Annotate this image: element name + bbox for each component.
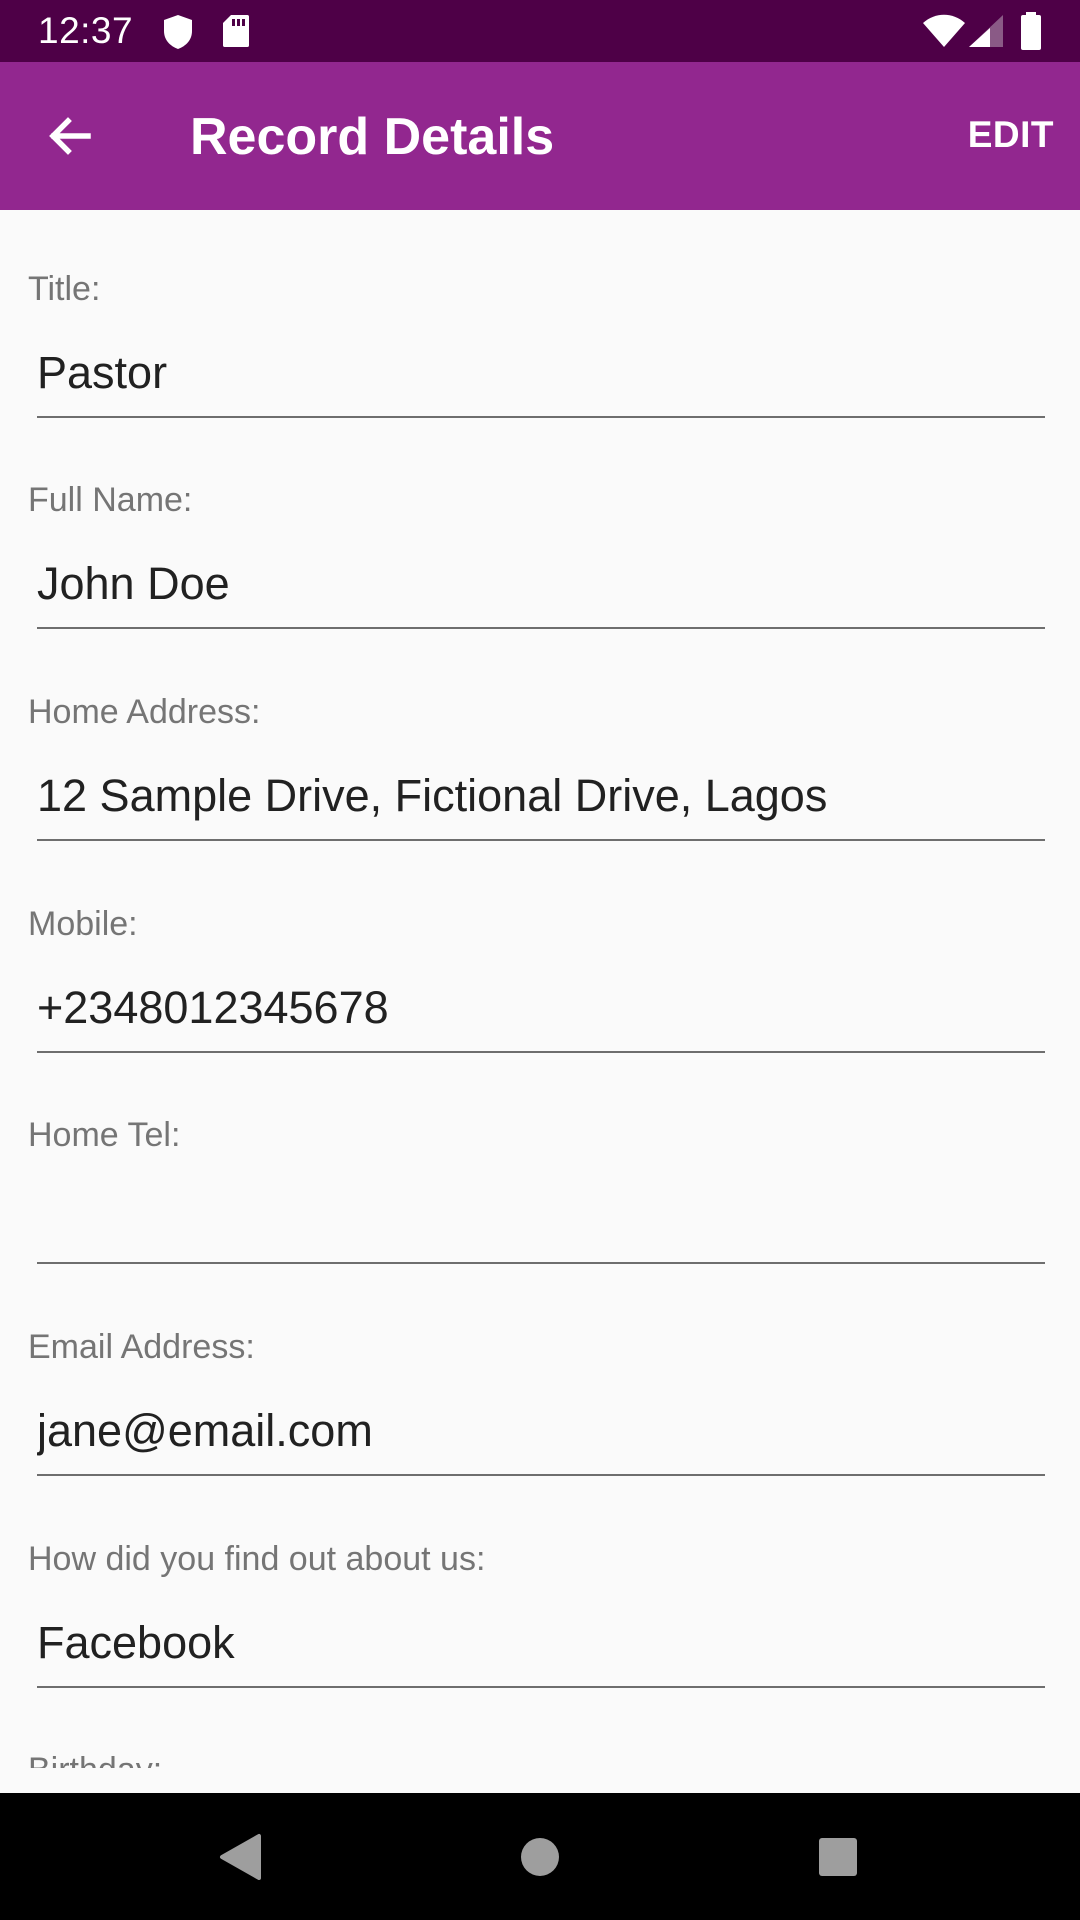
nav-recents-button[interactable]: [768, 1793, 908, 1920]
email-address-label: Email Address:: [28, 1328, 255, 1366]
mobile-label: Mobile:: [28, 905, 138, 943]
navigation-bar: [0, 1793, 1080, 1920]
birthday-field: Birthday:: [0, 1691, 1080, 1768]
home-address-value[interactable]: 12 Sample Drive, Fictional Drive, Lagos: [37, 768, 1045, 841]
sd-card-icon: [223, 15, 249, 47]
full-name-label: Full Name:: [28, 481, 193, 519]
home-address-field: Home Address: 12 Sample Drive, Fictional…: [0, 633, 1080, 845]
referral-source-label: How did you find out about us:: [28, 1540, 486, 1578]
email-address-value[interactable]: jane@email.com: [37, 1403, 1045, 1476]
home-tel-label: Home Tel:: [28, 1116, 181, 1154]
status-time: 12:37: [38, 10, 134, 51]
back-button[interactable]: [34, 100, 106, 172]
battery-icon: [1021, 12, 1041, 50]
arrow-back-icon: [49, 117, 91, 155]
full-name-field: Full Name: John Doe: [0, 421, 1080, 633]
referral-source-field: How did you find out about us: Facebook: [0, 1480, 1080, 1692]
shield-icon: [164, 15, 192, 49]
wifi-icon: [923, 14, 965, 47]
nav-home-button[interactable]: [470, 1793, 610, 1920]
record-details-form: Title: Pastor Full Name: John Doe Home A…: [0, 210, 1080, 1768]
back-triangle-icon: [220, 1833, 261, 1880]
title-value[interactable]: Pastor: [37, 345, 1045, 418]
full-name-value[interactable]: John Doe: [37, 556, 1045, 629]
home-tel-field: Home Tel:: [0, 1056, 1080, 1268]
home-address-label: Home Address:: [28, 693, 261, 731]
title-field: Title: Pastor: [0, 210, 1080, 422]
nav-back-button[interactable]: [170, 1793, 310, 1920]
cell-signal-icon: [969, 15, 1003, 47]
recents-square-icon: [819, 1837, 857, 1876]
mobile-field: Mobile: +2348012345678: [0, 845, 1080, 1057]
referral-source-value[interactable]: Facebook: [37, 1615, 1045, 1688]
birthday-label: Birthday:: [28, 1749, 162, 1768]
page-title: Record Details: [190, 108, 555, 166]
home-circle-icon: [521, 1837, 559, 1876]
mobile-value[interactable]: +2348012345678: [37, 980, 1045, 1053]
status-bar: 12:37: [0, 0, 1080, 62]
app-bar: Record Details EDIT: [0, 62, 1080, 210]
email-address-field: Email Address: jane@email.com: [0, 1268, 1080, 1480]
home-tel-value[interactable]: [37, 1191, 1045, 1264]
title-label: Title:: [28, 270, 101, 308]
edit-button[interactable]: EDIT: [968, 112, 1054, 158]
